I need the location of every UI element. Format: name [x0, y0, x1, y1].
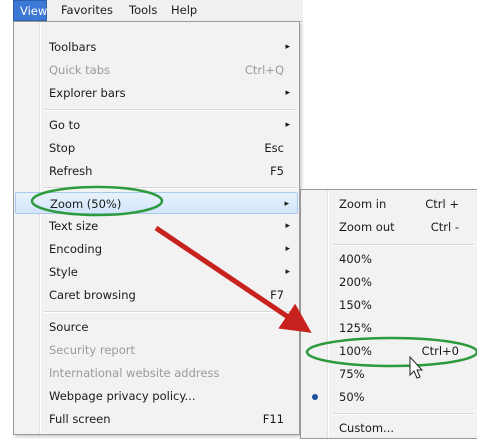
- menu-item-label: Text size: [49, 219, 99, 233]
- menu-item-shortcut: F5: [270, 164, 284, 178]
- menu-separator: [44, 187, 296, 189]
- submenu-arrow-icon: ▸: [285, 88, 290, 98]
- menu-item-toolbars[interactable]: Toolbars ▸: [15, 36, 298, 58]
- submenu-item-label: 50%: [339, 390, 365, 404]
- submenu-item-zoom-in[interactable]: Zoom in Ctrl +: [302, 193, 477, 215]
- menu-item-label: Encoding: [49, 242, 102, 256]
- menu-item-label: International website address: [49, 366, 220, 380]
- menu-view[interactable]: View: [13, 0, 47, 21]
- menu-item-label: Full screen: [49, 412, 111, 426]
- submenu-item-label: 200%: [339, 275, 372, 289]
- menu-item-explorer-bars[interactable]: Explorer bars ▸: [15, 82, 298, 104]
- submenu-arrow-icon: ▸: [285, 221, 290, 231]
- menu-item-refresh[interactable]: Refresh F5: [15, 160, 298, 182]
- submenu-item-custom[interactable]: Custom...: [302, 417, 477, 439]
- menu-item-label: Security report: [49, 343, 136, 357]
- submenu-item-200[interactable]: 200%: [302, 271, 477, 293]
- menu-item-label: Zoom (50%): [50, 197, 122, 211]
- submenu-item-label: 150%: [339, 298, 372, 312]
- submenu-item-shortcut: Ctrl+0: [421, 344, 459, 358]
- menu-item-label: Quick tabs: [49, 63, 111, 77]
- submenu-item-125[interactable]: 125%: [302, 317, 477, 339]
- menu-item-security-report[interactable]: Security report: [15, 339, 298, 361]
- submenu-item-label: Zoom in: [339, 197, 387, 211]
- menu-item-zoom[interactable]: Zoom (50%) ▸: [15, 192, 298, 214]
- menu-separator: [44, 311, 296, 313]
- menu-item-caret-browsing[interactable]: Caret browsing F7: [15, 284, 298, 306]
- submenu-arrow-icon: ▸: [285, 42, 290, 52]
- submenu-item-label: 125%: [339, 321, 372, 335]
- menu-bar: View Favorites Tools Help: [13, 0, 303, 22]
- menu-item-label: Explorer bars: [49, 86, 126, 100]
- menu-item-style[interactable]: Style ▸: [15, 261, 298, 283]
- submenu-item-label: 100%: [339, 344, 372, 358]
- menu-separator: [333, 413, 474, 415]
- menu-item-text-size[interactable]: Text size ▸: [15, 215, 298, 237]
- submenu-arrow-icon: ▸: [285, 120, 290, 130]
- submenu-item-label: 75%: [339, 367, 365, 381]
- submenu-arrow-icon: ▸: [284, 199, 289, 209]
- zoom-submenu: Zoom in Ctrl + Zoom out Ctrl - 400% 200%…: [300, 189, 477, 439]
- menu-item-quick-tabs[interactable]: Quick tabs Ctrl+Q: [15, 59, 298, 81]
- menu-item-shortcut: F11: [262, 412, 284, 426]
- menu-item-shortcut: Esc: [264, 141, 284, 155]
- menu-help[interactable]: Help: [165, 0, 203, 21]
- menu-item-label: Go to: [49, 118, 81, 132]
- menu-item-go-to[interactable]: Go to ▸: [15, 114, 298, 136]
- submenu-item-label: Custom...: [339, 421, 395, 435]
- submenu-item-150[interactable]: 150%: [302, 294, 477, 316]
- menu-item-full-screen[interactable]: Full screen F11: [15, 408, 298, 430]
- submenu-item-400[interactable]: 400%: [302, 248, 477, 270]
- menu-item-shortcut: F7: [270, 288, 284, 302]
- menu-item-label: Refresh: [49, 164, 93, 178]
- menu-item-label: Stop: [49, 141, 76, 155]
- menu-item-label: Toolbars: [49, 40, 97, 54]
- menu-item-privacy-policy[interactable]: Webpage privacy policy...: [15, 385, 298, 407]
- selected-bullet-icon: [312, 394, 318, 400]
- menu-item-stop[interactable]: Stop Esc: [15, 137, 298, 159]
- submenu-item-label: 400%: [339, 252, 372, 266]
- submenu-item-shortcut: Ctrl +: [425, 197, 459, 211]
- submenu-item-shortcut: Ctrl -: [430, 220, 459, 234]
- menu-item-source[interactable]: Source: [15, 316, 298, 338]
- menu-favorites[interactable]: Favorites: [55, 0, 119, 21]
- menu-item-international-address[interactable]: International website address: [15, 362, 298, 384]
- menu-item-label: Caret browsing: [49, 288, 136, 302]
- submenu-item-75[interactable]: 75%: [302, 363, 477, 385]
- menu-item-shortcut: Ctrl+Q: [244, 63, 284, 77]
- submenu-item-50[interactable]: 50%: [302, 386, 477, 408]
- menu-separator: [333, 244, 474, 246]
- submenu-arrow-icon: ▸: [285, 244, 290, 254]
- menu-item-encoding[interactable]: Encoding ▸: [15, 238, 298, 260]
- submenu-item-100[interactable]: 100% Ctrl+0: [302, 340, 477, 362]
- menu-tools[interactable]: Tools: [123, 0, 163, 21]
- submenu-arrow-icon: ▸: [285, 267, 290, 277]
- menu-item-label: Webpage privacy policy...: [49, 389, 196, 403]
- menu-item-label: Source: [49, 320, 89, 334]
- submenu-item-label: Zoom out: [339, 220, 395, 234]
- view-menu-dropdown: Toolbars ▸ Quick tabs Ctrl+Q Explorer ba…: [13, 21, 300, 435]
- menu-separator: [44, 109, 296, 111]
- menu-item-label: Style: [49, 265, 78, 279]
- submenu-item-zoom-out[interactable]: Zoom out Ctrl -: [302, 216, 477, 238]
